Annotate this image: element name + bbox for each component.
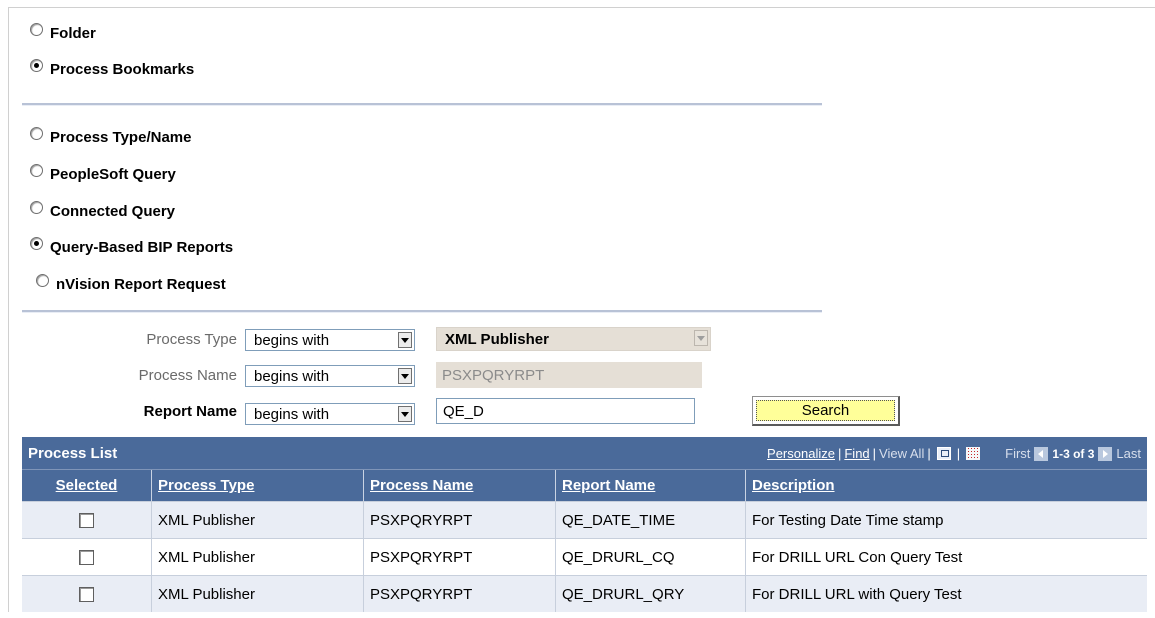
- search-button-label: Search: [756, 400, 895, 421]
- view-all-link[interactable]: View All: [879, 446, 924, 461]
- process-type-value-select: XML Publisher: [436, 327, 711, 351]
- chevron-down-icon: [694, 330, 708, 346]
- nav-divider: |: [956, 446, 961, 461]
- report-name-label: Report Name: [143, 403, 237, 420]
- search-button[interactable]: Search: [752, 396, 900, 426]
- process-name-label: Process Name: [138, 367, 237, 384]
- selected-cell: [22, 502, 152, 538]
- report-name-cell: QE_DATE_TIME: [556, 502, 746, 538]
- process-list-grid: Process List Personalize | Find | View A…: [22, 437, 1147, 612]
- radio-folder-icon[interactable]: [30, 22, 43, 36]
- radio-process-bookmarks-icon[interactable]: [30, 58, 43, 72]
- next-arrow-icon[interactable]: [1098, 446, 1113, 461]
- radio-process-type-name-label: Process Type/Name: [50, 128, 192, 146]
- process-list-header: Process List Personalize | Find | View A…: [22, 437, 1147, 469]
- download-grid-icon[interactable]: [966, 447, 981, 460]
- radio-query-based-bip-icon[interactable]: [30, 236, 43, 250]
- zoom-icon[interactable]: [936, 447, 951, 460]
- radio-nvision-label: nVision Report Request: [56, 275, 226, 293]
- radio-process-type-name-icon[interactable]: [30, 126, 43, 140]
- column-description[interactable]: Description: [746, 470, 1147, 501]
- row-range: 1-3 of 3: [1052, 446, 1095, 461]
- radio-query-based-bip-label: Query-Based BIP Reports: [50, 238, 234, 256]
- nav-divider: |: [837, 446, 842, 461]
- find-link[interactable]: Find: [844, 446, 869, 461]
- section-separator-2: [22, 310, 822, 313]
- description-cell: For DRILL URL with Query Test: [752, 585, 962, 603]
- process-type-value: XML Publisher: [445, 330, 549, 348]
- previous-arrow-icon[interactable]: [1034, 446, 1049, 461]
- process-name-operator-select[interactable]: begins with: [245, 365, 415, 387]
- description-cell: For Testing Date Time stamp: [752, 511, 944, 529]
- selected-cell: [22, 539, 152, 575]
- select-checkbox[interactable]: [79, 586, 94, 602]
- process-list-title: Process List: [28, 444, 118, 462]
- frame-top-border: [8, 7, 1155, 8]
- process-type-cell: XML Publisher: [152, 502, 364, 538]
- radio-connected-query-label: Connected Query: [50, 202, 176, 220]
- column-headers: Selected Process Type Process Name Repor…: [22, 469, 1147, 501]
- nav-divider: |: [872, 446, 877, 461]
- report-name-cell: QE_DRURL_QRY: [556, 576, 746, 612]
- report-name-operator-select[interactable]: begins with: [245, 403, 415, 425]
- process-type-operator-select[interactable]: begins with: [245, 329, 415, 351]
- report-name-operator-value: begins with: [254, 405, 330, 423]
- personalize-link[interactable]: Personalize: [767, 446, 835, 461]
- process-name-cell: PSXPQRYRPT: [364, 576, 556, 612]
- chevron-down-icon[interactable]: [398, 332, 412, 348]
- radio-nvision-icon[interactable]: [36, 273, 49, 287]
- description-cell: For DRILL URL Con Query Test: [752, 548, 963, 566]
- grid-navigation: Personalize | Find | View All | | First …: [767, 446, 1141, 461]
- report-name-input[interactable]: QE_D: [436, 398, 695, 424]
- frame-left-border: [8, 7, 9, 612]
- first-link[interactable]: First: [1005, 446, 1030, 461]
- process-name-cell: PSXPQRYRPT: [364, 539, 556, 575]
- process-type-cell: XML Publisher: [152, 539, 364, 575]
- radio-process-type-name[interactable]: Process Type/Name: [30, 126, 191, 148]
- radio-folder[interactable]: Folder: [30, 22, 96, 44]
- nav-divider: |: [927, 446, 931, 461]
- table-row: XML Publisher PSXPQRYRPT QE_DRURL_CQ For…: [22, 538, 1147, 575]
- radio-peoplesoft-query[interactable]: PeopleSoft Query: [30, 163, 176, 185]
- radio-process-bookmarks-label: Process Bookmarks: [50, 60, 195, 78]
- radio-peoplesoft-query-label: PeopleSoft Query: [50, 165, 176, 183]
- selected-cell: [22, 576, 152, 612]
- section-separator: [22, 103, 822, 106]
- radio-folder-label: Folder: [50, 24, 96, 42]
- select-checkbox[interactable]: [79, 549, 94, 565]
- chevron-down-icon[interactable]: [398, 406, 412, 422]
- radio-connected-query-icon[interactable]: [30, 200, 43, 214]
- column-process-name[interactable]: Process Name: [364, 470, 556, 501]
- process-type-cell: XML Publisher: [152, 576, 364, 612]
- select-checkbox[interactable]: [79, 512, 94, 528]
- chevron-down-icon[interactable]: [398, 368, 412, 384]
- column-process-type[interactable]: Process Type: [152, 470, 364, 501]
- process-type-operator-value: begins with: [254, 331, 330, 349]
- column-report-name[interactable]: Report Name: [556, 470, 746, 501]
- report-name-cell: QE_DRURL_CQ: [556, 539, 746, 575]
- table-row: XML Publisher PSXPQRYRPT QE_DATE_TIME Fo…: [22, 501, 1147, 538]
- last-link[interactable]: Last: [1116, 446, 1141, 461]
- column-selected[interactable]: Selected: [22, 470, 152, 501]
- process-name-value: PSXPQRYRPT: [442, 366, 545, 384]
- process-name-operator-value: begins with: [254, 367, 330, 385]
- radio-peoplesoft-query-icon[interactable]: [30, 163, 43, 177]
- radio-query-based-bip[interactable]: Query-Based BIP Reports: [30, 236, 233, 258]
- process-type-label: Process Type: [146, 331, 237, 348]
- radio-process-bookmarks[interactable]: Process Bookmarks: [30, 58, 194, 80]
- report-name-value: QE_D: [443, 402, 484, 420]
- process-name-cell: PSXPQRYRPT: [364, 502, 556, 538]
- radio-nvision-report-request[interactable]: nVision Report Request: [36, 273, 226, 295]
- table-row: XML Publisher PSXPQRYRPT QE_DRURL_QRY Fo…: [22, 575, 1147, 612]
- process-name-field: PSXPQRYRPT: [436, 362, 702, 388]
- radio-connected-query[interactable]: Connected Query: [30, 200, 175, 222]
